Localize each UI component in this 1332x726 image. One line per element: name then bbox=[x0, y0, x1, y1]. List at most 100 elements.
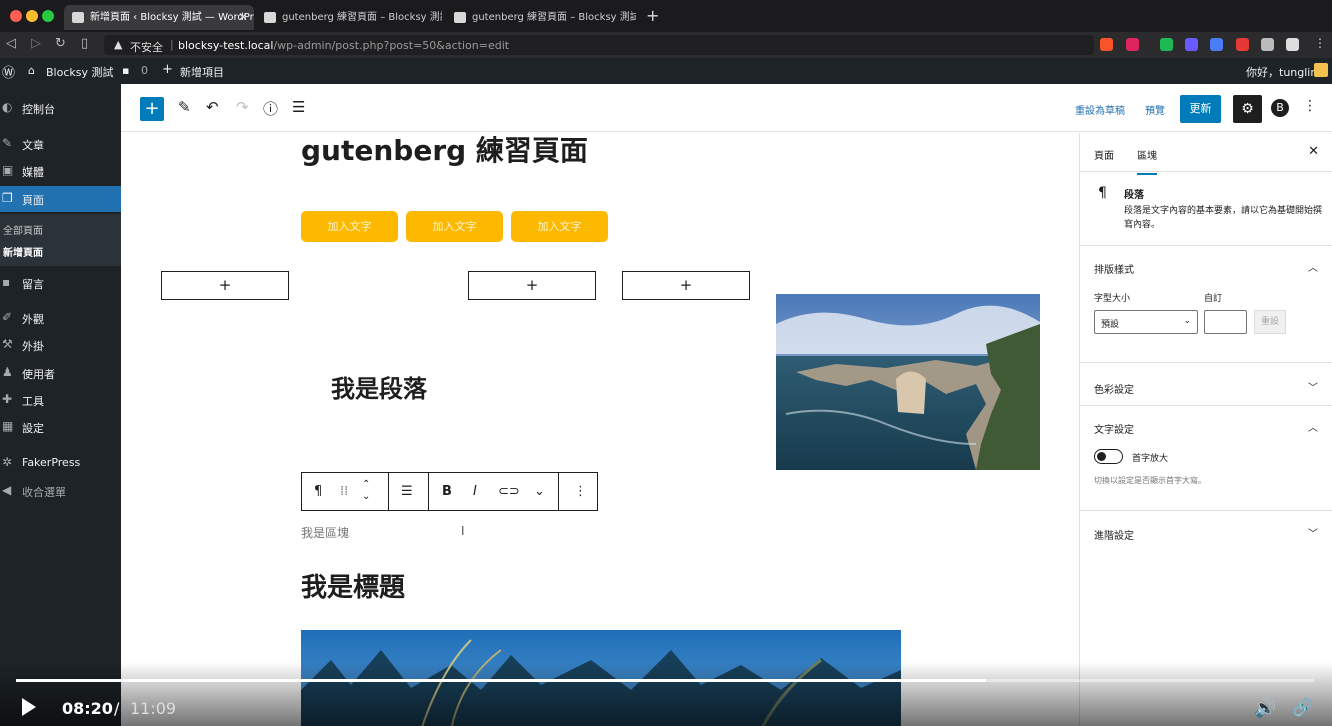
update-button[interactable]: 更新 bbox=[1180, 95, 1221, 123]
sidebar-item-appearance[interactable]: ✐ 外觀 bbox=[0, 307, 121, 329]
browser-menu-icon[interactable]: ⋮ bbox=[1314, 36, 1326, 50]
block-appender-3[interactable]: + bbox=[622, 271, 750, 300]
tab-block[interactable]: 區塊 bbox=[1137, 147, 1157, 175]
sidebar-item-users[interactable]: ♟ 使用者 bbox=[0, 362, 121, 384]
submenu-add-new-page[interactable]: 新增頁面 bbox=[3, 244, 43, 259]
url-text: blocksy-test.local/wp-admin/post.php?pos… bbox=[178, 39, 509, 52]
block-editor: + ✎ ↶ ↷ ⓘ ☰ 重設為草稿 預覽 更新 ⚙ B ⋮ gutenberg … bbox=[121, 84, 1332, 726]
new-item-link[interactable]: 新增項目 bbox=[180, 64, 224, 80]
link-button-icon[interactable]: ⊂⊃ bbox=[498, 484, 520, 499]
play-icon[interactable] bbox=[22, 698, 36, 716]
greeting-link[interactable]: 你好，tunglin bbox=[1246, 64, 1317, 80]
tab-page[interactable]: 頁面 bbox=[1094, 147, 1114, 162]
submenu-all-pages[interactable]: 全部頁面 bbox=[3, 222, 43, 237]
avatar[interactable] bbox=[1314, 63, 1328, 77]
forward-icon[interactable]: ▷ bbox=[31, 36, 41, 51]
sidebar-item-tools[interactable]: ✚ 工具 bbox=[0, 389, 121, 411]
home-icon[interactable]: ⌂ bbox=[28, 64, 35, 77]
extension-camera-icon[interactable] bbox=[1261, 38, 1274, 51]
advanced-panel-title[interactable]: 進階設定 bbox=[1094, 527, 1134, 542]
custom-size-input[interactable] bbox=[1204, 310, 1247, 334]
chevron-down-icon[interactable]: ﹀ bbox=[1308, 379, 1318, 394]
chevron-up-icon[interactable]: ︿ bbox=[1308, 419, 1318, 434]
site-name-link[interactable]: Blocksy 測試 bbox=[46, 64, 114, 80]
browser-tab-2[interactable]: gutenberg 練習頁面 – Blocksy 測試 bbox=[256, 5, 442, 30]
sidebar-item-settings[interactable]: ▦ 設定 bbox=[0, 416, 121, 438]
blocksy-logo-icon[interactable]: B bbox=[1271, 99, 1289, 117]
wordpress-logo-icon[interactable]: Ⓦ bbox=[2, 62, 15, 81]
new-tab-button[interactable]: + bbox=[646, 6, 659, 25]
settings-gear-icon[interactable]: ⚙ bbox=[1233, 95, 1262, 123]
url-input[interactable]: ▲ 不安全 | blocksy-test.local/wp-admin/post… bbox=[104, 35, 1094, 55]
volume-icon[interactable]: 🔊 bbox=[1254, 698, 1276, 719]
more-formats-chevron-icon[interactable]: ⌄ bbox=[534, 484, 545, 499]
drag-handle-icon[interactable]: ⁞⁞ bbox=[340, 484, 348, 499]
list-view-icon[interactable]: ☰ bbox=[292, 98, 305, 116]
extension-red-icon[interactable] bbox=[1236, 38, 1249, 51]
paragraph-block-icon[interactable]: ¶ bbox=[314, 484, 322, 499]
align-left-icon[interactable]: ☰ bbox=[401, 484, 413, 499]
brave-shield-icon[interactable] bbox=[1100, 38, 1113, 51]
browser-tab-3[interactable]: gutenberg 練習頁面 – Blocksy 測試 bbox=[446, 5, 636, 30]
minimize-window-button[interactable] bbox=[26, 10, 38, 22]
edit-tool-icon[interactable]: ✎ bbox=[178, 98, 191, 116]
color-panel-title[interactable]: 色彩設定 bbox=[1094, 381, 1134, 396]
sidebar-item-collapse[interactable]: ◀ 收合選單 bbox=[0, 480, 121, 502]
editor-canvas[interactable]: gutenberg 練習頁面 加入文字 加入文字 加入文字 + + + 我是段落… bbox=[121, 133, 1079, 726]
italic-button[interactable]: I bbox=[473, 484, 477, 499]
plus-icon[interactable]: + bbox=[162, 62, 173, 77]
button-block-1[interactable]: 加入文字 bbox=[301, 211, 398, 242]
sidebar-item-posts[interactable]: ✎ 文章 bbox=[0, 133, 121, 155]
sidebar-item-plugins[interactable]: ⚒ 外掛 bbox=[0, 334, 121, 356]
close-tab-icon[interactable]: ✕ bbox=[238, 5, 248, 30]
sidebar-item-media[interactable]: ▣ 媒體 bbox=[0, 160, 121, 182]
text-panel-title[interactable]: 文字設定 bbox=[1094, 421, 1134, 436]
page-title[interactable]: gutenberg 練習頁面 bbox=[301, 133, 588, 169]
chevron-up-icon[interactable]: ︿ bbox=[1308, 259, 1318, 274]
typography-panel-title[interactable]: 排版樣式 bbox=[1094, 261, 1134, 276]
more-options-icon[interactable]: ⋮ bbox=[1303, 98, 1317, 114]
block-appender-1[interactable]: + bbox=[161, 271, 289, 300]
landscape-image[interactable] bbox=[776, 294, 1040, 470]
sidebar-item-pages[interactable]: ❐ 頁面 bbox=[0, 186, 121, 212]
link-icon[interactable]: 🔗 bbox=[1292, 698, 1313, 718]
button-block-2[interactable]: 加入文字 bbox=[406, 211, 503, 242]
sidebar-item-dashboard[interactable]: ◐ 控制台 bbox=[0, 97, 121, 119]
sidebar-item-fakerpress[interactable]: ✲ FakerPress bbox=[0, 452, 121, 474]
button-block-3[interactable]: 加入文字 bbox=[511, 211, 608, 242]
maximize-window-button[interactable] bbox=[42, 10, 54, 22]
close-icon[interactable]: ✕ bbox=[1308, 144, 1319, 159]
drop-cap-toggle[interactable] bbox=[1094, 449, 1123, 464]
info-icon[interactable]: ⓘ bbox=[263, 98, 278, 119]
wp-admin-bar: Ⓦ ⌂ Blocksy 測試 ▪ 0 + 新增項目 你好，tunglin bbox=[0, 58, 1332, 84]
back-icon[interactable]: ◁ bbox=[6, 36, 16, 51]
browser-tab-1[interactable]: 新增頁面 ‹ Blocksy 測試 — WordPress ✕ bbox=[64, 5, 254, 30]
add-block-button[interactable]: + bbox=[140, 97, 164, 121]
redo-icon[interactable]: ↷ bbox=[236, 98, 249, 116]
paragraph-block[interactable]: 我是區塊 bbox=[301, 524, 349, 541]
block-appender-2[interactable]: + bbox=[468, 271, 596, 300]
paragraph-heading[interactable]: 我是段落 bbox=[331, 369, 427, 404]
undo-icon[interactable]: ↶ bbox=[206, 98, 219, 116]
font-size-select[interactable]: 預設 ⌄ bbox=[1094, 310, 1198, 334]
reload-icon[interactable]: ↻ bbox=[55, 36, 66, 51]
sidebar-item-label: 外觀 bbox=[22, 313, 44, 326]
close-window-button[interactable] bbox=[10, 10, 22, 22]
bold-button[interactable]: B bbox=[442, 484, 452, 499]
video-progress-bar[interactable] bbox=[16, 679, 1314, 682]
sidebar-item-comments[interactable]: ▪ 留言 bbox=[0, 272, 121, 294]
switch-to-draft-button[interactable]: 重設為草稿 bbox=[1075, 102, 1125, 117]
comment-bubble-icon[interactable]: ▪ bbox=[122, 64, 129, 77]
extensions-puzzle-icon[interactable] bbox=[1286, 38, 1299, 51]
extension-check-icon[interactable] bbox=[1185, 38, 1198, 51]
extension-green-icon[interactable] bbox=[1160, 38, 1173, 51]
rewards-icon[interactable] bbox=[1126, 38, 1139, 51]
preview-button[interactable]: 預覽 bbox=[1145, 102, 1165, 117]
bookmark-icon[interactable]: ▯ bbox=[81, 36, 88, 51]
heading-block[interactable]: 我是標題 bbox=[301, 567, 405, 604]
chevron-down-icon[interactable]: ﹀ bbox=[1308, 525, 1318, 540]
reset-button[interactable]: 重設 bbox=[1254, 310, 1286, 334]
move-up-down-icon[interactable]: ⌃ ⌄ bbox=[362, 479, 370, 503]
extension-translate-icon[interactable] bbox=[1210, 38, 1223, 51]
block-options-icon[interactable]: ⋮ bbox=[574, 484, 587, 499]
